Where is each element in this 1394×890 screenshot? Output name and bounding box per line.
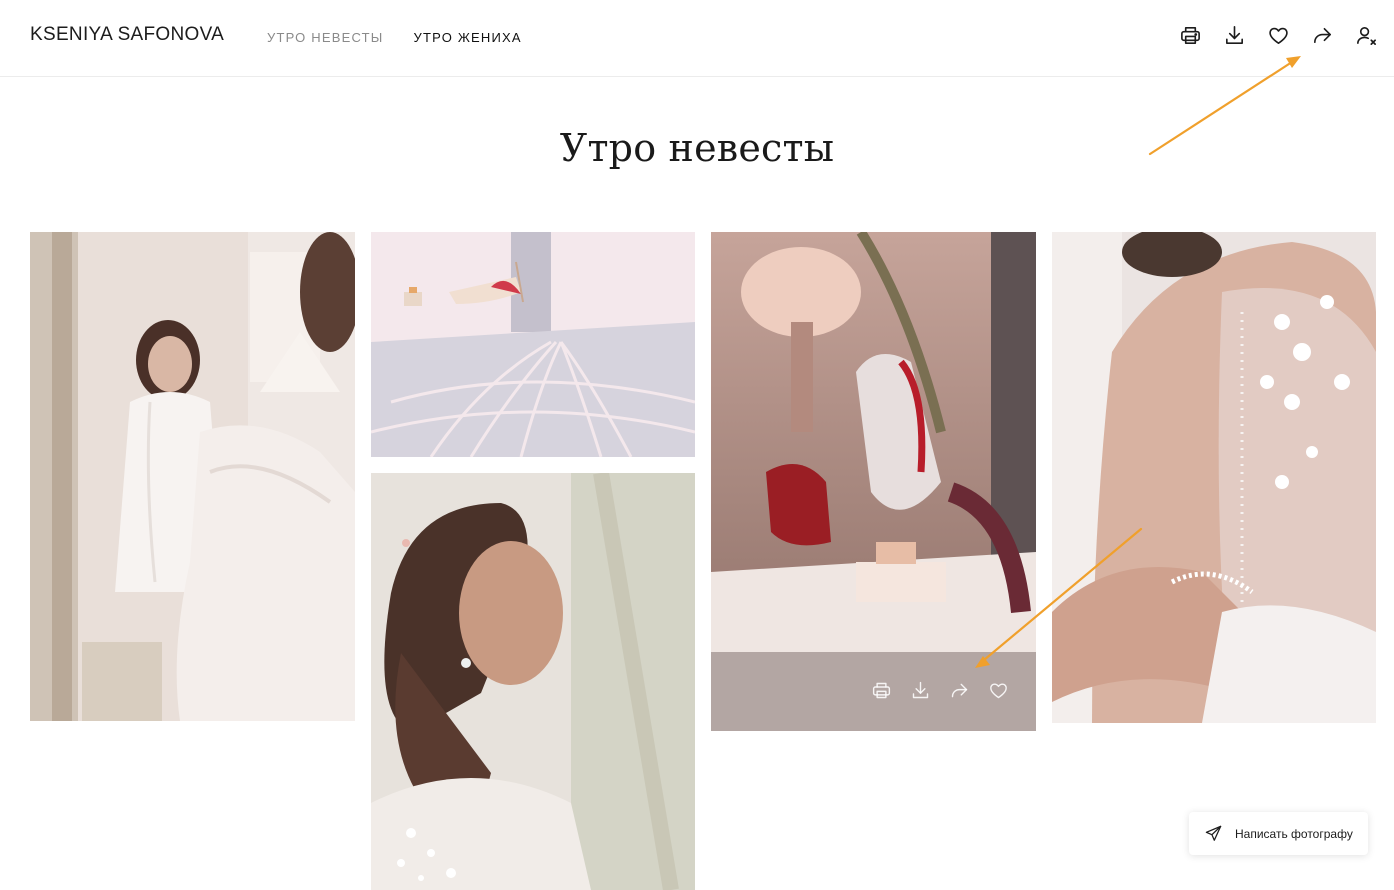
- photo-bride-mirror[interactable]: [30, 232, 355, 721]
- share-icon[interactable]: [949, 680, 970, 701]
- photo-bride-mirror-image: [30, 232, 355, 721]
- photo-dress-back[interactable]: [1052, 232, 1376, 723]
- printer-icon[interactable]: [871, 680, 892, 701]
- photo-dress-back-image: [1052, 232, 1376, 723]
- top-bar: KSENIYA SAFONOVA УТРО НЕВЕСТЫ УТРО ЖЕНИХ…: [0, 0, 1394, 77]
- download-icon[interactable]: [1223, 24, 1246, 47]
- nav-item-groom-morning[interactable]: УТРО ЖЕНИХА: [414, 30, 522, 45]
- photo-bride-smiling[interactable]: [371, 473, 695, 890]
- photo-hover-actions: [871, 680, 1009, 701]
- gallery-title: Утро невесты: [559, 126, 835, 170]
- photo-shoes-perfume-image: [711, 232, 1036, 731]
- paper-plane-icon: [1205, 825, 1222, 841]
- photo-shoes-perfume[interactable]: [711, 232, 1036, 731]
- photo-shoes-floor[interactable]: [371, 232, 695, 457]
- download-icon[interactable]: [910, 680, 931, 701]
- nav-item-bride-morning[interactable]: УТРО НЕВЕСТЫ: [267, 30, 384, 45]
- heart-icon[interactable]: [988, 680, 1009, 701]
- heart-icon[interactable]: [1267, 24, 1290, 47]
- page: KSENIYA SAFONOVA УТРО НЕВЕСТЫ УТРО ЖЕНИХ…: [0, 0, 1394, 890]
- brand-logo[interactable]: KSENIYA SAFONOVA: [30, 24, 224, 46]
- message-photographer-button[interactable]: Написать фотографу: [1189, 812, 1368, 855]
- photo-shoes-floor-image: [371, 232, 695, 457]
- user-icon[interactable]: [1355, 24, 1378, 47]
- photo-bride-smiling-image: [371, 473, 695, 890]
- header-actions: [1179, 24, 1378, 47]
- message-photographer-label: Написать фотографу: [1235, 826, 1353, 841]
- share-icon[interactable]: [1311, 24, 1334, 47]
- gallery-nav: УТРО НЕВЕСТЫ УТРО ЖЕНИХА: [267, 30, 522, 45]
- printer-icon[interactable]: [1179, 24, 1202, 47]
